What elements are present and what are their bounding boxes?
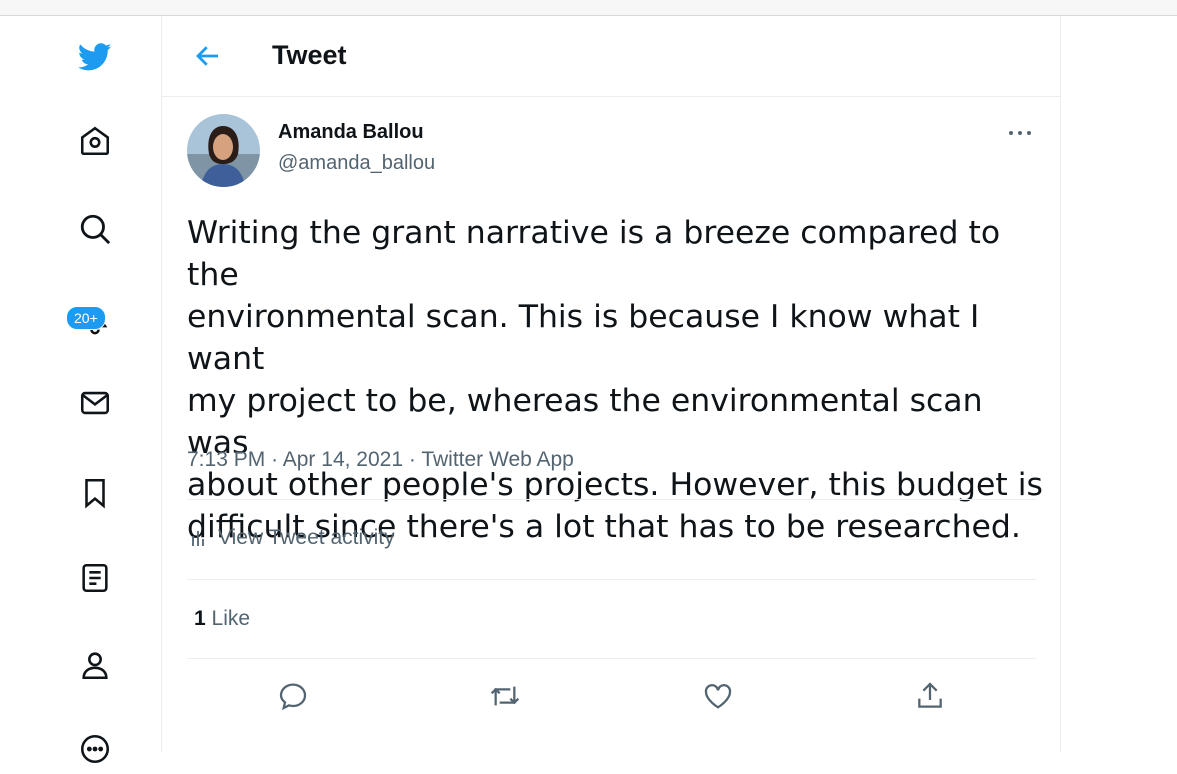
tweet-text: Writing the grant narrative is a breeze …: [187, 215, 1043, 545]
tweet-source[interactable]: Twitter Web App: [421, 448, 574, 471]
like-label: Like: [211, 607, 251, 630]
profile-icon[interactable]: [70, 640, 120, 690]
more-icon[interactable]: [70, 724, 120, 774]
more-options-icon[interactable]: [1002, 118, 1038, 148]
author-name[interactable]: Amanda Ballou: [278, 121, 424, 144]
messages-icon[interactable]: [70, 378, 120, 428]
tweet-metadata: 7:13 PM · Apr 14, 2021 · Twitter Web App: [187, 448, 574, 472]
meta-separator: ·: [271, 448, 279, 471]
tweet-date[interactable]: Apr 14, 2021: [283, 448, 403, 471]
twitter-logo-icon[interactable]: [70, 32, 120, 82]
lists-icon[interactable]: [70, 553, 120, 603]
bookmarks-icon[interactable]: [70, 468, 120, 518]
divider: [187, 658, 1036, 659]
explore-icon[interactable]: [70, 204, 120, 254]
meta-separator: ·: [408, 448, 416, 471]
share-icon[interactable]: [908, 674, 952, 718]
tweet-detail-column: Tweet Amanda Ballou @amanda_ballou Writi…: [161, 16, 1061, 752]
likes-count-link[interactable]: 1 Like: [194, 607, 250, 631]
activity-bars-icon: [192, 531, 204, 546]
browser-top-strip: [0, 0, 1177, 16]
notifications-badge: 20+: [66, 306, 106, 330]
divider: [187, 579, 1036, 580]
sidebar-nav: 20+: [0, 16, 161, 764]
divider: [187, 499, 1036, 500]
activity-label: View Tweet activity: [218, 526, 395, 549]
like-icon[interactable]: [696, 674, 740, 718]
home-icon[interactable]: [70, 116, 120, 166]
like-count: 1: [194, 607, 206, 630]
page-title: Tweet: [272, 40, 347, 70]
retweet-icon[interactable]: [483, 674, 527, 718]
author-handle[interactable]: @amanda_ballou: [278, 152, 435, 175]
back-arrow-icon[interactable]: [190, 38, 226, 74]
page-header: Tweet: [162, 16, 1060, 97]
view-tweet-activity-link[interactable]: View Tweet activity: [190, 526, 395, 550]
reply-icon[interactable]: [271, 674, 315, 718]
tweet-time[interactable]: 7:13 PM: [187, 448, 265, 471]
avatar[interactable]: [187, 114, 260, 187]
